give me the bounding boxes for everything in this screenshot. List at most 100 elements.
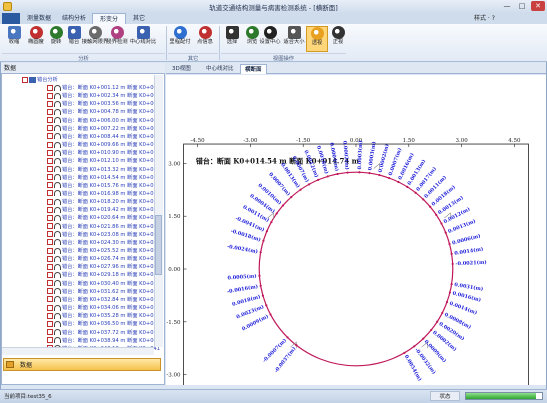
tree-checkbox[interactable] [47, 133, 53, 140]
data-panel-tab[interactable]: 数据 [3, 358, 161, 371]
tree-checkbox[interactable] [47, 182, 53, 189]
tree-item[interactable]: 错台：断面 K0+035.28 m 断面 K0+036 [47, 312, 160, 320]
tree-checkbox[interactable] [47, 231, 53, 238]
scrollbar-thumb[interactable] [155, 215, 162, 275]
tree-item[interactable]: 错台：断面 K0+031.62 m 断面 K0+032 [47, 288, 160, 296]
tree-item[interactable]: 错台：断面 K0+037.72 m 断面 K0+038 [47, 329, 160, 337]
centerline-button[interactable]: 中心线对比 [130, 26, 156, 52]
tree-checkbox[interactable] [47, 304, 53, 311]
point-info-button[interactable]: 点信息 [194, 26, 216, 52]
tree-item[interactable]: 错台：断面 K0+034.06 m 断面 K0+035 [47, 304, 160, 312]
tree-checkbox[interactable] [47, 329, 53, 335]
tab-cross-section-label: 横断面 [245, 67, 262, 73]
tree-item[interactable]: 错台：断面 K0+015.76 m 断面 K0+016 [47, 182, 160, 190]
tree-item[interactable]: 错台：断面 K0+006.00 m 断面 K0+007 [47, 117, 160, 125]
measure-point [275, 212, 278, 215]
tree-item[interactable]: 错台：断面 K0+012.10 m 断面 K0+013 [47, 157, 160, 165]
tree-item-label: 错台：断面 K0+036.50 m 断面 K0+037 [62, 321, 161, 328]
maximize-button[interactable]: □ [515, 1, 529, 11]
tab-other[interactable]: 其它 [127, 13, 151, 24]
measure-point [295, 344, 298, 347]
tab-3d-view[interactable]: 3D视图 [168, 64, 195, 74]
tree-checkbox[interactable] [47, 198, 53, 205]
tree-checkbox[interactable] [47, 296, 53, 303]
clearance-button[interactable]: 侵界检测 [106, 26, 128, 52]
tree-checkbox[interactable] [47, 337, 53, 344]
tree-item[interactable]: 错台：断面 K0+036.50 m 断面 K0+037 [47, 320, 160, 328]
measure-point [451, 262, 454, 266]
tree-checkbox[interactable] [47, 190, 53, 197]
tree-item[interactable]: 错台：断面 K0+009.66 m 断面 K0+010 [47, 141, 160, 149]
tree-checkbox[interactable] [47, 312, 53, 319]
measure-point [368, 172, 371, 175]
tree-item[interactable]: 错台：断面 K0+027.96 m 断面 K0+029 [47, 263, 160, 271]
tree-checkbox[interactable] [47, 141, 53, 148]
tree-checkbox[interactable] [47, 320, 53, 327]
tree-checkbox[interactable] [47, 108, 53, 115]
tree-checkbox[interactable] [47, 271, 53, 278]
tree-checkbox[interactable] [47, 84, 53, 91]
tree-item[interactable]: 错台：断面 K0+014.54 m 断面 K0+015 [47, 174, 160, 182]
tree-item[interactable]: 错台：断面 K0+013.32 m 断面 K0+014 [47, 166, 160, 174]
tree-checkbox[interactable] [47, 247, 53, 254]
tab-cross-section[interactable]: 横断面 [240, 64, 267, 74]
group-label-view-ops: 视图操作 [221, 53, 346, 62]
tab-structure-analysis[interactable]: 结构分析 [57, 13, 91, 24]
tree-item[interactable]: 错台：断面 K0+019.42 m 断面 K0+020 [47, 206, 160, 214]
tree-item[interactable]: 错台：断面 K0+038.94 m 断面 K0+040 [47, 337, 160, 345]
tree-checkbox[interactable] [47, 166, 53, 172]
tree-item[interactable]: 错台：断面 K0+023.08 m 断面 K0+024 [47, 231, 160, 239]
file-menu-button[interactable] [2, 13, 20, 24]
minimize-button[interactable]: — [500, 1, 514, 11]
measure-point [258, 274, 261, 277]
tree-item[interactable]: 错台：断面 K0+029.18 m 断面 K0+030 [47, 271, 160, 279]
tree-item[interactable]: 错台：断面 K0+024.30 m 断面 K0+025 [47, 239, 160, 247]
tree-item[interactable]: 错台：断面 K0+016.98 m 断面 K0+018 [47, 190, 160, 198]
tree-checkbox[interactable] [47, 206, 53, 213]
tree-item[interactable]: 错台：断面 K0+003.56 m 断面 K0+004 [47, 100, 160, 108]
tree-checkbox[interactable] [47, 149, 53, 156]
tab-deformation-analysis[interactable]: 形变分析 [92, 13, 126, 34]
measure-point [448, 242, 451, 246]
tree-checkbox[interactable] [47, 174, 53, 181]
tree-checkbox[interactable] [47, 100, 53, 107]
tree-checkbox[interactable] [22, 76, 28, 83]
tree-item[interactable]: 错台：断面 K0+010.90 m 断面 K0+012 [47, 149, 160, 157]
tree-item[interactable]: 错台：断面 K0+025.52 m 断面 K0+026 [47, 247, 160, 255]
tree-item[interactable]: 错台：断面 K0+004.78 m 断面 K0+006 [47, 108, 160, 116]
cross-section-view[interactable]: -4.50 -3.00 -1.50 0.00 1.50 3.00 4.50 3.00 1.50 0… [166, 75, 546, 395]
style-menu[interactable]: 样式 · ? [474, 13, 495, 24]
tree-checkbox[interactable] [47, 125, 53, 132]
tree-checkbox[interactable] [47, 92, 53, 99]
tunnel-ring-icon [54, 247, 61, 254]
tree-item[interactable]: 错台：断面 K0+021.86 m 断面 K0+023 [47, 223, 160, 231]
tree-checkbox[interactable] [47, 288, 53, 295]
tree-item[interactable]: 错台：断面 K0+018.20 m 断面 K0+019 [47, 198, 160, 206]
tree-item[interactable]: 错台：断面 K0+007.22 m 断面 K0+008 [47, 125, 160, 133]
tree-checkbox[interactable] [47, 223, 53, 230]
tree-item[interactable]: 错台：断面 K0+026.74 m 断面 K0+027 [47, 255, 160, 263]
tree-item[interactable]: 错台：断面 K0+032.84 m 断面 K0+034 [47, 296, 160, 304]
zoom-fit-button[interactable]: 适合大小 [283, 26, 305, 52]
status-label: 状态 [430, 391, 460, 401]
tab-measure-data[interactable]: 测量数据 [22, 13, 56, 24]
tree-checkbox[interactable] [47, 280, 53, 287]
tree-item[interactable]: 错台：断面 K0+008.44 m 断面 K0+009 [47, 133, 160, 141]
tree-checkbox[interactable] [47, 214, 53, 221]
tunnel-ring-icon [54, 100, 61, 107]
tree-item[interactable]: 错台：断面 K0+030.40 m 断面 K0+031 [47, 280, 160, 288]
front-view-button[interactable]: 正视 [327, 26, 349, 52]
tree-item[interactable]: 错台：断面 K0+002.34 m 断面 K0+003 [47, 92, 160, 100]
vertical-scrollbar[interactable] [154, 75, 163, 347]
ribbon-button-label: 中心线对比 [129, 39, 157, 45]
close-button[interactable]: ✕ [531, 1, 545, 11]
tree-checkbox[interactable] [47, 117, 53, 124]
tree-checkbox[interactable] [47, 255, 53, 262]
tab-centerline-compare[interactable]: 中心线对比 [202, 64, 238, 74]
tree-checkbox[interactable] [47, 263, 53, 270]
tree-checkbox[interactable] [47, 239, 53, 246]
tree-checkbox[interactable] [47, 157, 53, 164]
tree-item[interactable]: 错台：断面 K0+001.12 m 断面 K0+002 [47, 84, 160, 92]
horizontal-scrollbar[interactable] [2, 347, 154, 355]
tree-item[interactable]: 错台：断面 K0+020.64 m 断面 K0+021 [47, 214, 160, 222]
